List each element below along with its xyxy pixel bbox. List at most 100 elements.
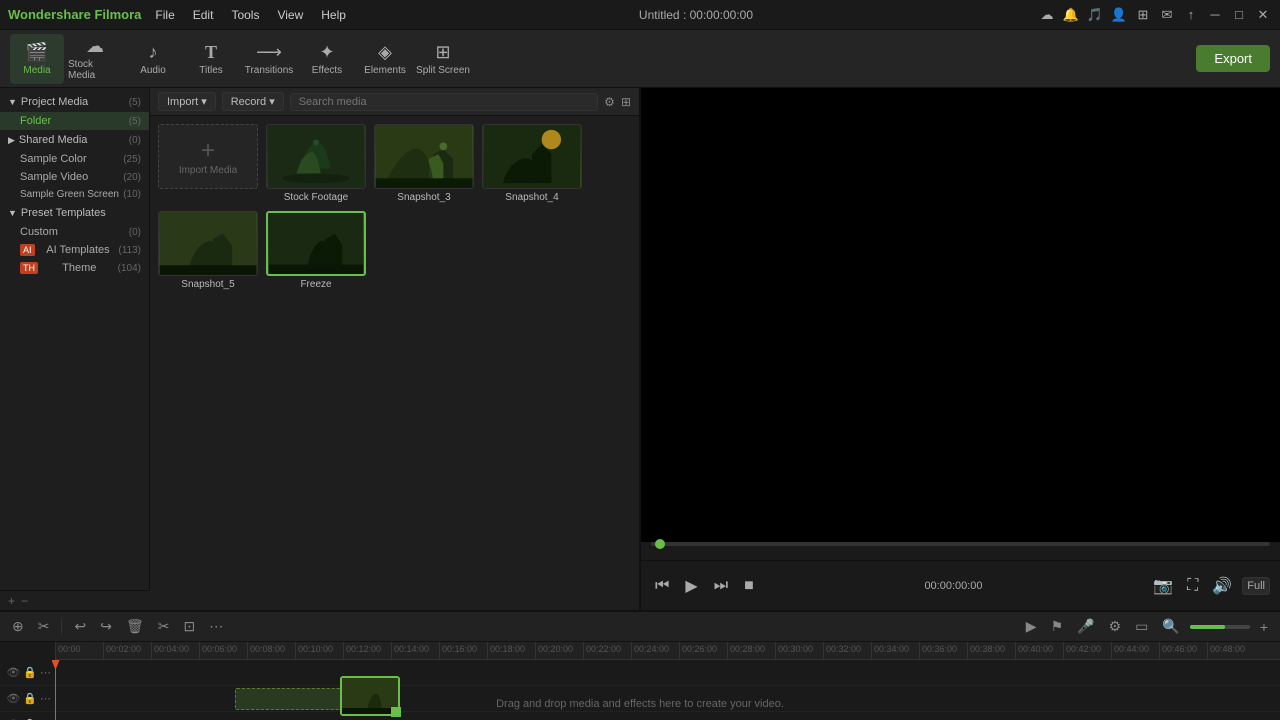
split-button[interactable]: ✂ [154,616,174,637]
sample-color-item[interactable]: Sample Color (25) [0,150,149,168]
tl-play-icon[interactable]: ▶ [1022,616,1041,637]
media-item-snapshot4[interactable]: Snapshot_4 [482,124,582,203]
theme-label: Theme [62,262,96,274]
tool-elements[interactable]: ◈ Elements [358,34,412,84]
tl-zoom-out-icon[interactable]: 🔍 [1158,616,1183,637]
project-media-header[interactable]: ▼ Project Media (5) [0,92,149,112]
ruler-4: 00:08:00 [247,642,295,659]
tool-audio-label: Audio [140,65,166,76]
ruler-22: 00:44:00 [1111,642,1159,659]
zoom-slider[interactable] [1190,625,1250,629]
grid-icon[interactable]: ⊞ [1134,6,1152,24]
sample-video-item[interactable]: Sample Video (20) [0,168,149,186]
mail-icon[interactable]: ✉ [1158,6,1176,24]
tool-stock-media[interactable]: ☁ Stock Media [68,34,122,84]
project-media-count: (5) [129,97,141,108]
tool-titles[interactable]: T Titles [184,34,238,84]
crop-button[interactable]: ⊡ [179,616,199,637]
ai-templates-item[interactable]: AI AI Templates (113) [0,241,149,259]
timeline-toolbar: ⊕ ✂ ↩ ↪ 🗑 ✂ ⊡ ⋯ ▶ ⚑ 🎤 ⚙ ▭ 🔍 + [0,612,1280,642]
titles-icon: T [205,42,217,63]
track2-eye-icon[interactable]: 👁 [6,692,20,705]
grid-view-icon[interactable]: ⊞ [621,95,631,109]
stop-button[interactable]: ■ [740,575,758,597]
import-button[interactable]: Import ▾ [158,92,216,111]
menu-tools[interactable]: Tools [223,6,267,24]
track2-lock-icon[interactable]: 🔒 [23,692,37,705]
tl-caption-icon[interactable]: ▭ [1131,616,1152,637]
tool-audio[interactable]: ♪ Audio [126,34,180,84]
menu-view[interactable]: View [269,6,311,24]
delete-folder-icon[interactable]: − [21,594,28,608]
ai-templates-count: (113) [118,245,141,256]
skip-forward-button[interactable]: ⏭ [710,575,732,597]
add-folder-icon[interactable]: + [8,594,15,608]
tl-zoom-in-icon[interactable]: + [1256,617,1272,637]
snapshot3-thumb [374,124,474,189]
snapshot-button[interactable]: 📷 [1149,574,1177,598]
user-icon[interactable]: 👤 [1110,6,1128,24]
filter-icon[interactable]: ⚙ [604,95,615,109]
export-button[interactable]: Export [1196,45,1270,72]
tl-magnet-icon[interactable]: ✂ [34,616,54,637]
fullscreen-button[interactable]: ⛶ [1183,575,1202,597]
track1-lock-icon[interactable]: 🔒 [23,666,37,679]
close-button[interactable]: ✕ [1254,6,1272,24]
shared-media-header[interactable]: ▶ Shared Media (0) [0,130,149,150]
notification-icon[interactable]: 🔔 [1062,6,1080,24]
track-row-3: 👁 🔒 ⋯ [0,712,1280,720]
volume-button[interactable]: 🔊 [1208,574,1236,598]
menu-edit[interactable]: Edit [185,6,222,24]
record-button[interactable]: Record ▾ [222,92,284,111]
menu-help[interactable]: Help [313,6,354,24]
custom-item[interactable]: Custom (0) [0,223,149,241]
panel-footer: + − [0,590,150,610]
share-icon[interactable]: ↑ [1182,6,1200,24]
search-input[interactable] [290,93,598,111]
import-media-label: Import Media [179,165,237,176]
menu-file[interactable]: File [147,6,182,24]
maximize-button[interactable]: □ [1230,6,1248,24]
tl-flag-icon[interactable]: ⚑ [1047,616,1068,637]
skip-back-button[interactable]: ⏮ [651,575,673,597]
sample-green-item[interactable]: Sample Green Screen (10) [0,186,149,203]
track2-more-icon[interactable]: ⋯ [40,692,51,705]
media-item-freeze[interactable]: Freeze [266,211,366,290]
drag-thumb-svg [342,678,398,714]
tl-snap-icon[interactable]: ⊕ [8,616,28,637]
ruler-8: 00:16:00 [439,642,487,659]
theme-item[interactable]: TH Theme (104) [0,259,149,277]
cloud-icon[interactable]: ☁ [1038,6,1056,24]
theme-count: (104) [118,263,141,274]
tool-effects[interactable]: ✦ Effects [300,34,354,84]
snapshot3-svg [375,125,473,188]
folder-item[interactable]: Folder (5) [0,112,149,130]
ruler-18: 00:36:00 [919,642,967,659]
ruler-17: 00:34:00 [871,642,919,659]
track1-eye-icon[interactable]: 👁 [6,666,20,679]
tool-split-screen[interactable]: ⊞ Split Screen [416,34,470,84]
tool-media[interactable]: 🎬 Media [10,34,64,84]
delete-button[interactable]: 🗑 [122,616,148,637]
tl-mic-icon[interactable]: 🎤 [1073,616,1098,637]
redo-button[interactable]: ↪ [96,616,116,637]
media-item-snapshot5[interactable]: Snapshot_5 [158,211,258,290]
scrubber-handle[interactable] [655,539,665,549]
undo-button[interactable]: ↩ [70,616,90,637]
preset-templates-header[interactable]: ▼ Preset Templates [0,203,149,223]
media-toolbar: Import ▾ Record ▾ ⚙ ⊞ [150,88,639,116]
play-button[interactable]: ▶ [681,574,701,598]
preview-controls: ⏮ ▶ ⏭ ■ 00:00:00:00 📷 ⛶ 🔊 Full [641,560,1280,610]
import-media-item[interactable]: + Import Media [158,124,258,189]
timeline-scrubber[interactable] [651,542,1270,546]
titlebar: Wondershare Filmora File Edit Tools View… [0,0,1280,30]
more-button[interactable]: ⋯ [205,616,227,637]
tl-settings-icon[interactable]: ⚙ [1105,616,1126,637]
quality-selector[interactable]: Full [1242,577,1270,595]
track1-more-icon[interactable]: ⋯ [40,666,51,679]
audio-icon[interactable]: 🎵 [1086,6,1104,24]
media-item-snapshot3[interactable]: Snapshot_3 [374,124,474,203]
tool-transitions[interactable]: ⟶ Transitions [242,34,296,84]
media-item-stock-footage[interactable]: Stock Footage [266,124,366,203]
minimize-button[interactable]: ─ [1206,6,1224,24]
